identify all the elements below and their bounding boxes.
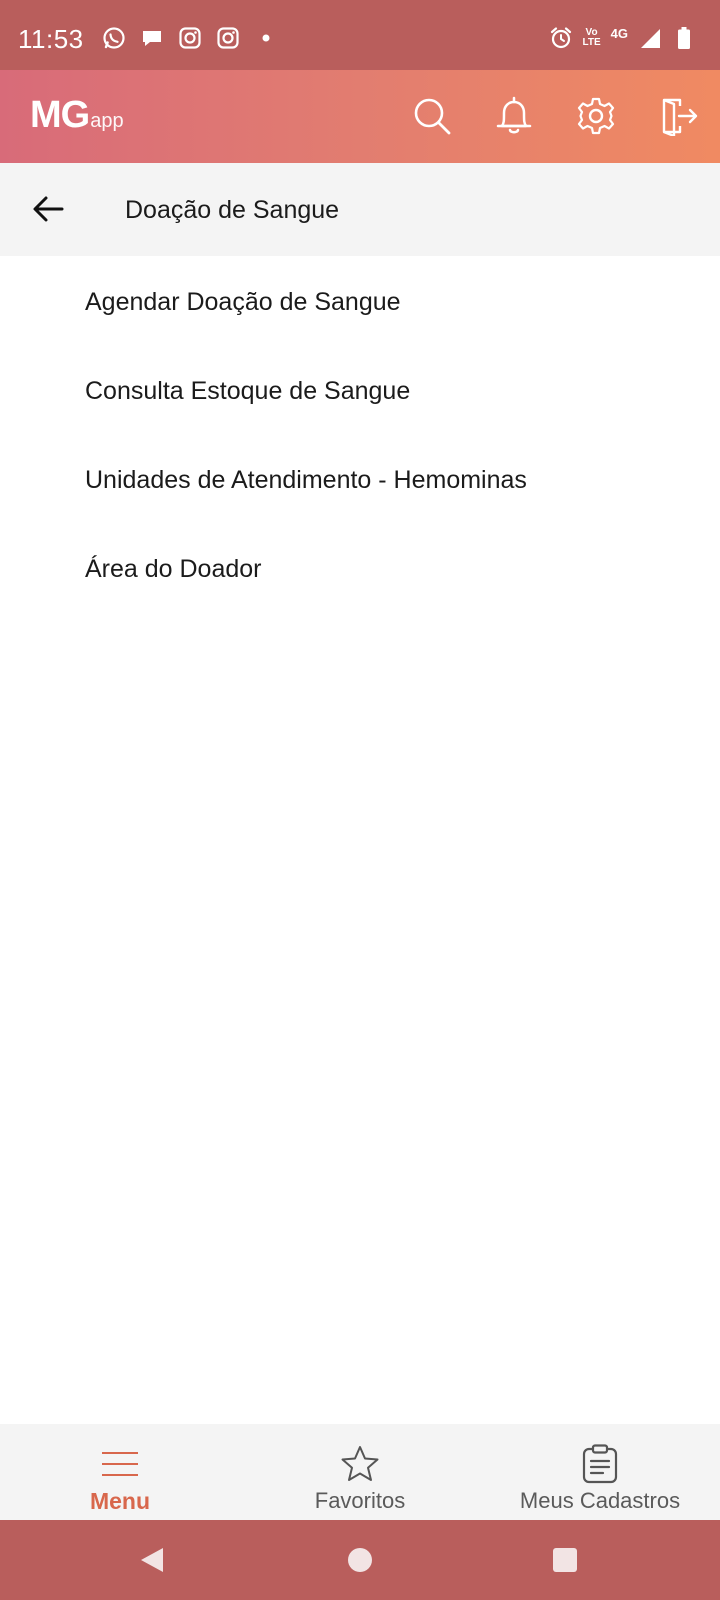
signal-icon [638,26,662,50]
system-status-icons: Vo LTE 4G [549,26,697,50]
page-title: Doação de Sangue [125,196,340,224]
logout-icon [662,98,698,136]
network-type: 4G [610,25,628,41]
chat-bubble-icon [140,26,164,50]
status-time: 11:53 [18,24,84,54]
nav-item-meus-cadastros[interactable]: Meus Cadastros [505,1424,695,1520]
status-bar: 11:53 Vo LTE 4G [0,0,720,70]
system-navigation-bar [0,1520,720,1600]
nav-label-meus-cadastros: Meus Cadastros [519,1488,681,1513]
search-icon [414,98,451,135]
circle-home-icon [348,1548,372,1572]
square-recents-icon [553,1548,577,1572]
logo-main-text: MG [30,94,90,136]
alarm-icon [549,26,573,50]
logout-button[interactable] [658,94,698,138]
logo-sub-text: app [90,110,124,132]
dot-icon [254,26,278,50]
page-header: Doação de Sangue [0,163,720,256]
bell-icon [496,96,532,134]
system-recents-button[interactable] [549,1544,581,1576]
notifications-button[interactable] [494,94,534,138]
nav-label-menu: Menu [89,1488,151,1514]
gear-icon [577,97,615,135]
battery-icon [672,26,696,50]
back-button[interactable] [28,189,68,229]
instagram-icon [216,26,240,50]
system-back-button[interactable] [136,1544,168,1576]
instagram-icon [178,26,202,50]
menu-list: Agendar Doação de Sangue Consulta Estoqu… [0,258,720,614]
system-home-button[interactable] [344,1544,376,1576]
clipboard-icon [582,1444,618,1484]
volte-indicator: Vo LTE [583,28,601,48]
notification-icons [102,26,278,50]
bottom-navigation: Menu Favoritos Meus Cadastros [0,1424,720,1520]
hamburger-icon [100,1444,140,1484]
header-actions [412,94,698,138]
lte-label: LTE [582,37,601,48]
nav-item-menu[interactable]: Menu [60,1424,180,1520]
nav-label-favoritos: Favoritos [314,1488,406,1513]
app-logo: MG app [30,94,124,137]
arrow-left-icon [33,196,64,222]
settings-button[interactable] [576,94,616,138]
menu-item-unidades-atendimento[interactable]: Unidades de Atendimento - Hemominas [0,436,720,525]
search-button[interactable] [412,94,452,138]
menu-item-area-doador[interactable]: Área do Doador [0,525,720,614]
nav-item-favoritos[interactable]: Favoritos [290,1424,430,1520]
star-icon [340,1444,380,1484]
triangle-back-icon [141,1548,163,1572]
app-header: MG app [0,70,720,163]
menu-item-consulta-estoque[interactable]: Consulta Estoque de Sangue [0,347,720,436]
menu-item-agendar-doacao[interactable]: Agendar Doação de Sangue [0,258,720,347]
whatsapp-icon [102,26,126,50]
